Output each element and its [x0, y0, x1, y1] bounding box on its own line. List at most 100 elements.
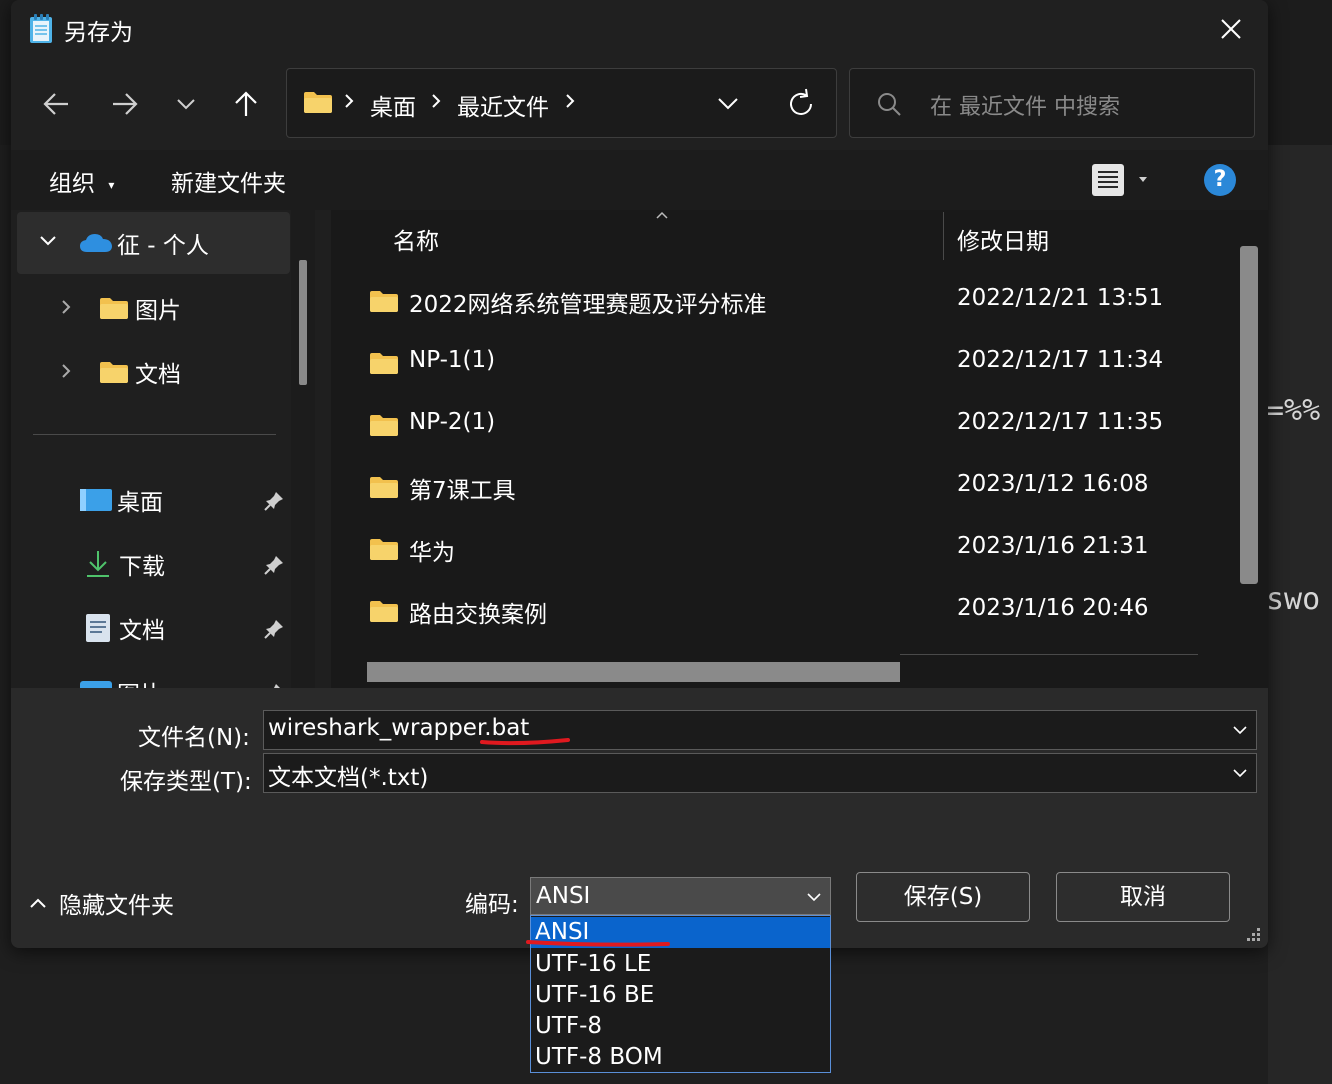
encoding-option[interactable]: UTF-16 LE: [531, 949, 830, 980]
file-date: 2023/1/16 20:46: [957, 595, 1149, 621]
chevron-down-icon[interactable]: [713, 91, 743, 115]
chevron-down-icon: [177, 99, 195, 110]
nav-item-label: 图片: [117, 675, 163, 688]
quick-access-pictures[interactable]: 图片: [79, 672, 163, 688]
filetype-value: 文本文档(*.txt): [268, 765, 429, 791]
pin-icon[interactable]: [263, 554, 285, 576]
file-date: 2022/12/17 11:34: [957, 347, 1164, 373]
nav-pane-scrollbar-thumb[interactable]: [299, 260, 307, 385]
nav-item-label: 桌面: [117, 490, 163, 516]
dialog-title: 另存为: [64, 20, 133, 46]
arrow-up-icon: [235, 91, 257, 116]
folder-icon: [370, 415, 398, 436]
chevron-up-icon: [30, 898, 46, 908]
file-row[interactable]: NP-2(1) 2022/12/17 11:35: [331, 396, 1231, 456]
vertical-scrollbar-thumb[interactable]: [1240, 246, 1258, 584]
pin-icon[interactable]: [263, 490, 285, 512]
desktop-icon: [80, 489, 112, 511]
file-date: 2023/1/12 16:08: [957, 471, 1149, 497]
nav-item-label: 文档: [119, 618, 165, 644]
address-bar[interactable]: 桌面 最近文件: [286, 68, 837, 138]
file-name: 路由交换案例: [409, 602, 547, 628]
chevron-down-icon[interactable]: [1232, 766, 1248, 780]
filetype-label: 保存类型(T):: [120, 769, 252, 795]
recent-locations-button[interactable]: [166, 84, 206, 124]
quick-access-documents[interactable]: 文档: [85, 608, 165, 648]
refresh-icon[interactable]: [784, 87, 818, 121]
pin-icon[interactable]: [263, 618, 285, 640]
filetype-select[interactable]: 文本文档(*.txt): [263, 753, 1257, 793]
annotation-underline: [526, 940, 670, 947]
encoding-value: ANSI: [536, 883, 591, 909]
column-header-name[interactable]: 名称: [393, 222, 439, 256]
breadcrumb-recent-files[interactable]: 最近文件: [457, 88, 549, 122]
horizontal-scrollbar-thumb[interactable]: [367, 662, 900, 682]
file-row[interactable]: NP-1(1) 2022/12/17 11:34: [331, 334, 1231, 394]
file-row[interactable]: 路由交换案例 2023/1/16 20:46: [331, 582, 1231, 642]
file-row[interactable]: 第7课工具 2023/1/12 16:08: [331, 458, 1231, 518]
caret-down-icon: ▾: [108, 177, 115, 192]
encoding-label: 编码:: [465, 892, 519, 918]
navigation-bar: 桌面 最近文件 在 最近文件 中搜索: [11, 56, 1268, 150]
chevron-right-icon[interactable]: [564, 91, 576, 111]
file-row[interactable]: 华为 2023/1/16 21:31: [331, 520, 1231, 580]
nav-pane-scrollbar-track[interactable]: [291, 210, 315, 688]
new-folder-button[interactable]: 新建文件夹: [171, 164, 286, 198]
document-icon: [86, 614, 110, 642]
up-button[interactable]: [226, 84, 266, 124]
close-button[interactable]: [1207, 8, 1255, 50]
back-button[interactable]: [36, 84, 76, 124]
column-header-date[interactable]: 修改日期: [957, 222, 1049, 256]
quick-access-downloads[interactable]: 下载: [83, 544, 165, 584]
folder-icon: [100, 298, 128, 319]
save-button[interactable]: 保存(S): [856, 872, 1030, 922]
filename-label: 文件名(N):: [138, 725, 250, 751]
save-form: 文件名(N): wireshark_wrapper.bat 保存类型(T): 文…: [11, 688, 1268, 948]
view-options-button[interactable]: [1089, 160, 1159, 200]
breadcrumb-desktop[interactable]: 桌面: [370, 88, 416, 122]
file-name: 第7课工具: [409, 478, 516, 504]
background-text-line: swo: [1266, 582, 1321, 617]
file-name: 华为: [409, 540, 455, 566]
encoding-option[interactable]: UTF-16 BE: [531, 980, 830, 1011]
encoding-option[interactable]: UTF-8 BOM: [531, 1042, 830, 1073]
folder-icon: [304, 92, 332, 113]
file-date: 2022/12/17 11:35: [957, 409, 1164, 435]
folder-icon: [370, 601, 398, 622]
chevron-right-icon[interactable]: [430, 91, 442, 111]
sort-ascending-icon: [656, 211, 668, 219]
search-icon: [878, 93, 901, 116]
chevron-down-icon[interactable]: [1232, 723, 1248, 737]
file-row[interactable]: 2022网络系统管理赛题及评分标准 2022/12/21 13:51: [331, 272, 1231, 332]
nav-item-label: 下载: [119, 554, 165, 580]
nav-item-documents[interactable]: 文档: [99, 352, 181, 392]
nav-item-pictures[interactable]: 图片: [99, 288, 181, 328]
chevron-right-icon[interactable]: [59, 362, 73, 380]
resize-grip-icon[interactable]: [1243, 924, 1263, 944]
cancel-button[interactable]: 取消: [1056, 872, 1230, 922]
quick-access-desktop[interactable]: 桌面: [79, 480, 163, 520]
divider: [900, 654, 1198, 655]
file-date: 2023/1/16 21:31: [957, 533, 1149, 559]
search-box[interactable]: 在 最近文件 中搜索: [849, 68, 1255, 138]
nav-item-label: 征 - 个人: [117, 233, 209, 259]
chevron-right-icon[interactable]: [59, 298, 73, 316]
file-list: 名称 修改日期 2022网络系统管理赛题及评分标准 2022/12/21 13:…: [331, 210, 1268, 688]
download-icon: [87, 551, 109, 577]
column-divider[interactable]: [943, 212, 944, 260]
chevron-down-icon: [807, 893, 821, 902]
filename-input[interactable]: wireshark_wrapper.bat: [263, 710, 1257, 750]
hide-folders-button[interactable]: 隐藏文件夹: [29, 888, 174, 919]
chevron-down-icon[interactable]: [39, 235, 57, 247]
organize-label: 组织: [49, 171, 95, 197]
navigation-pane: 征 - 个人 图片 文档 桌面 下载 文档: [11, 210, 331, 688]
file-name: NP-2(1): [409, 409, 496, 435]
divider: [33, 434, 276, 435]
organize-button[interactable]: 组织 ▾: [49, 164, 114, 198]
help-button[interactable]: ?: [1204, 164, 1236, 196]
forward-button[interactable]: [105, 84, 145, 124]
nav-item-label: 文档: [135, 362, 181, 388]
encoding-option[interactable]: UTF-8: [531, 1011, 830, 1042]
arrow-left-icon: [43, 93, 68, 115]
encoding-select[interactable]: ANSI: [530, 877, 831, 915]
